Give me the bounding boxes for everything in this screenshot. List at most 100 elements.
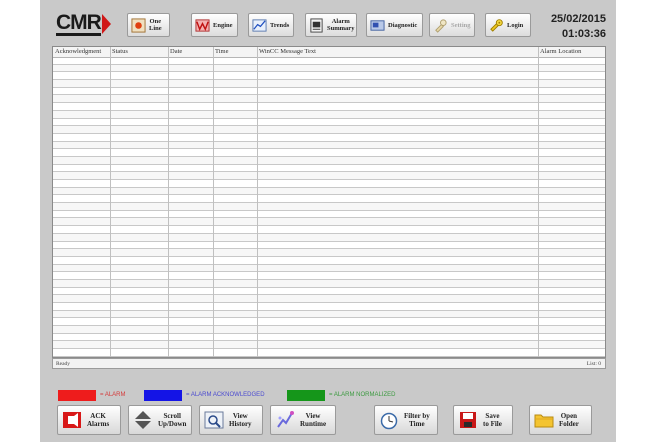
column-divider xyxy=(213,47,214,357)
engine-icon xyxy=(195,18,210,32)
table-row[interactable] xyxy=(53,341,605,350)
scroll-up-down-button[interactable]: Scroll Up/Down xyxy=(128,405,192,435)
column-divider xyxy=(257,47,258,357)
table-row[interactable] xyxy=(53,180,605,188)
table-row[interactable] xyxy=(53,103,605,111)
legend-label-acknowledged: = ALARM ACKNOWLEDGED xyxy=(186,392,265,398)
nav-button-diagnostic[interactable]: Diagnostic xyxy=(366,13,423,37)
one-line-icon xyxy=(131,17,146,33)
clock-icon xyxy=(380,412,398,430)
table-row[interactable] xyxy=(53,126,605,134)
table-row[interactable] xyxy=(53,264,605,273)
date-label: 25/02/2015 xyxy=(550,13,606,25)
column-header-alarm-location[interactable]: Alarm Location xyxy=(540,48,581,55)
table-row[interactable] xyxy=(53,172,605,180)
table-row[interactable] xyxy=(53,165,605,173)
nav-button-one-line[interactable]: One Line xyxy=(127,13,170,37)
table-row[interactable] xyxy=(53,211,605,219)
nav-button-setting[interactable]: Setting xyxy=(429,13,475,37)
table-row[interactable] xyxy=(53,203,605,211)
cmr-logo: CMR xyxy=(56,12,111,36)
view-runtime-button[interactable]: View Runtime xyxy=(270,405,336,435)
logo-text: CMR xyxy=(56,10,102,36)
datetime-display: 25/02/2015 01:03:36 xyxy=(551,12,606,42)
button-label: Save to File xyxy=(483,412,502,428)
table-row[interactable] xyxy=(53,310,605,319)
column-header-date[interactable]: Date xyxy=(170,48,182,55)
legend-swatch-normalized xyxy=(287,389,325,401)
nav-label: Login xyxy=(507,21,524,29)
trend-icon xyxy=(252,18,267,32)
table-row[interactable] xyxy=(53,64,605,73)
column-header-status[interactable]: Status xyxy=(112,48,128,55)
logo-arrow-icon xyxy=(101,14,111,34)
save-disk-icon xyxy=(460,412,476,428)
ack-alarms-button[interactable]: ACK Alarms xyxy=(57,405,121,435)
table-row[interactable] xyxy=(53,257,605,265)
button-label: View Runtime xyxy=(300,412,327,428)
table-row[interactable] xyxy=(53,226,605,234)
button-label: View History xyxy=(229,412,252,428)
table-row[interactable] xyxy=(53,119,605,127)
time-label: 01:03:36 xyxy=(561,28,606,40)
nav-label: Diagnostic xyxy=(388,21,418,29)
column-divider xyxy=(110,47,111,357)
table-status-bar: Ready List: 0 xyxy=(52,358,606,369)
login-icon xyxy=(490,18,503,32)
legend-swatch-acknowledged xyxy=(144,389,182,401)
column-divider xyxy=(168,47,169,357)
table-row[interactable] xyxy=(53,334,605,342)
table-row[interactable] xyxy=(53,88,605,96)
open-folder-button[interactable]: Open Folder xyxy=(529,405,592,435)
table-row[interactable] xyxy=(53,295,605,303)
table-row[interactable] xyxy=(53,233,605,242)
table-row[interactable] xyxy=(53,95,605,104)
table-row[interactable] xyxy=(53,80,605,88)
view-history-button[interactable]: View History xyxy=(199,405,263,435)
nav-label: Trends xyxy=(270,21,290,29)
table-row[interactable] xyxy=(53,187,605,196)
table-row[interactable] xyxy=(53,279,605,288)
scroll-arrows-icon xyxy=(135,411,151,429)
table-row[interactable] xyxy=(53,303,605,311)
table-row[interactable] xyxy=(53,72,605,81)
table-row[interactable] xyxy=(53,288,605,296)
table-row[interactable] xyxy=(53,272,605,280)
table-row[interactable] xyxy=(53,156,605,165)
nav-button-alarm-summary[interactable]: Alarm Summary xyxy=(305,13,357,37)
table-row[interactable] xyxy=(53,349,605,357)
table-row[interactable] xyxy=(53,218,605,227)
table-row[interactable] xyxy=(53,134,605,142)
column-header-time[interactable]: Time xyxy=(215,48,229,55)
table-row[interactable] xyxy=(53,141,605,150)
nav-button-trends[interactable]: Trends xyxy=(248,13,294,37)
legend-normalized: = ALARM NORMALIZED xyxy=(287,389,396,401)
filter-by-time-button[interactable]: Filter by Time xyxy=(374,405,438,435)
table-row[interactable] xyxy=(53,110,605,119)
column-header-acknowledgment[interactable]: Acknowledgment xyxy=(55,48,101,55)
table-body[interactable] xyxy=(53,57,605,357)
status-ready: Ready xyxy=(56,361,71,367)
diagnostic-icon xyxy=(370,19,385,31)
column-header-message-text[interactable]: WinCC Message Text xyxy=(259,48,316,55)
legend-label-normalized: = ALARM NORMALIZED xyxy=(329,392,396,398)
table-row[interactable] xyxy=(53,149,605,157)
legend-alarm: = ALARM xyxy=(58,389,126,401)
legend-label-alarm: = ALARM xyxy=(100,392,126,398)
button-label: Filter by Time xyxy=(404,412,430,428)
alarm-table[interactable]: Acknowledgment Status Date Time WinCC Me… xyxy=(52,46,606,358)
save-to-file-button[interactable]: Save to File xyxy=(453,405,513,435)
table-row[interactable] xyxy=(53,57,605,65)
nav-button-engine[interactable]: Engine xyxy=(191,13,238,37)
nav-button-login[interactable]: Login xyxy=(485,13,531,37)
table-row[interactable] xyxy=(53,249,605,257)
table-row[interactable] xyxy=(53,195,605,204)
table-row[interactable] xyxy=(53,326,605,334)
nav-label: One Line xyxy=(149,18,162,32)
folder-icon xyxy=(534,414,554,428)
nav-label: Setting xyxy=(451,21,471,29)
view-runtime-icon xyxy=(277,411,294,428)
table-row[interactable] xyxy=(53,242,605,250)
table-row[interactable] xyxy=(53,318,605,327)
button-label: Open Folder xyxy=(559,412,579,428)
